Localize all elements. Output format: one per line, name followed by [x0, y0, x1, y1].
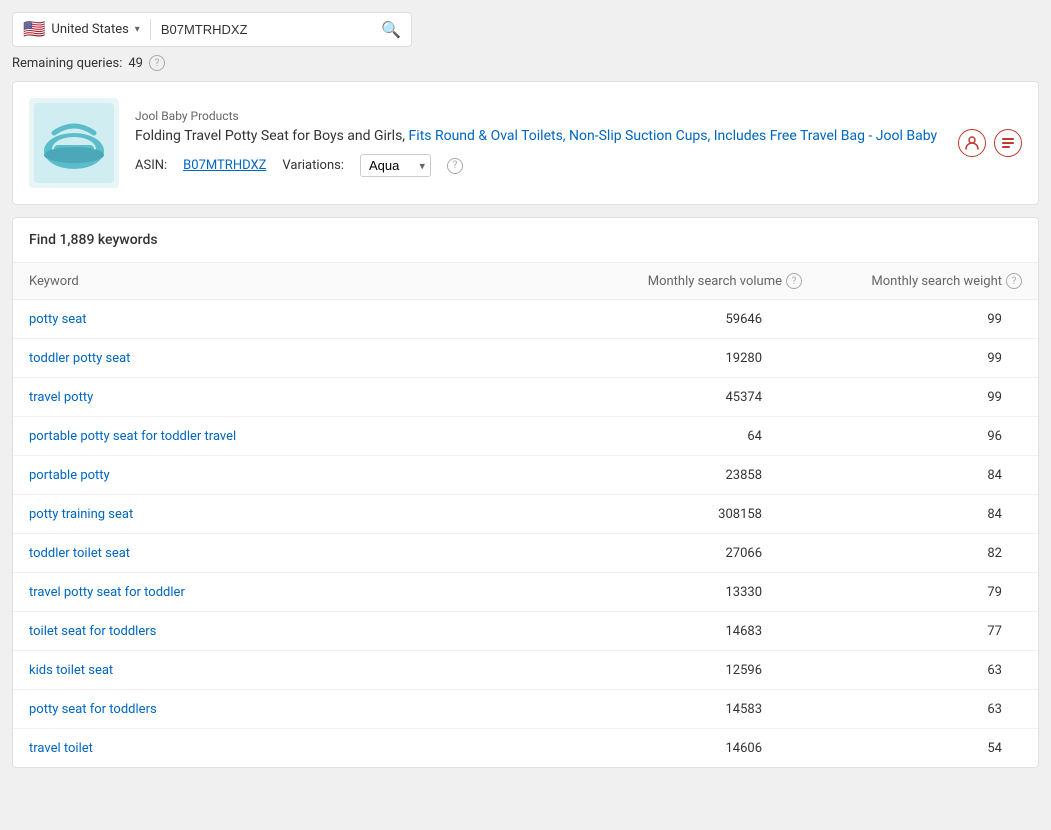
variation-select-wrapper[interactable]: Aqua Pink Blue Green: [360, 154, 431, 177]
volume-cell: 59646: [582, 312, 802, 327]
volume-cell: 14583: [582, 702, 802, 717]
table-row: toddler toilet seat 27066 82: [13, 534, 1038, 573]
keyword-cell: travel potty seat for toddler: [29, 584, 582, 600]
table-row: portable potty seat for toddler travel 6…: [13, 417, 1038, 456]
weight-cell: 54: [802, 741, 1022, 756]
variations-label: Variations:: [282, 158, 344, 173]
keyword-cell: toilet seat for toddlers: [29, 623, 582, 639]
product-title-prefix: Folding Travel Potty Seat for Boys and G…: [135, 128, 405, 144]
top-search-bar: 🇺🇸 United States ▾ 🔍: [12, 12, 412, 47]
volume-cell: 64: [582, 429, 802, 444]
product-info: Jool Baby Products Folding Travel Potty …: [135, 109, 942, 178]
variation-select[interactable]: Aqua Pink Blue Green: [360, 154, 431, 177]
remaining-queries-bar: Remaining queries: 49 ?: [12, 55, 1039, 71]
product-title-link[interactable]: Fits Round & Oval Toilets, Non-Slip Suct…: [409, 128, 938, 144]
asin-value-link[interactable]: B07MTRHDXZ: [183, 158, 266, 173]
weight-cell: 79: [802, 585, 1022, 600]
keyword-cell: toddler toilet seat: [29, 545, 582, 561]
product-image: [29, 98, 119, 188]
keyword-cell: toddler potty seat: [29, 350, 582, 366]
us-flag-icon: 🇺🇸: [23, 19, 45, 40]
keywords-header: Find 1,889 keywords: [13, 218, 1038, 263]
list-icon[interactable]: [994, 129, 1022, 157]
person-icon[interactable]: [958, 129, 986, 157]
table-row: potty training seat 308158 84: [13, 495, 1038, 534]
weight-cell: 63: [802, 663, 1022, 678]
table-row: travel potty 45374 99: [13, 378, 1038, 417]
volume-cell: 14606: [582, 741, 802, 756]
country-selector[interactable]: 🇺🇸 United States ▾: [23, 19, 151, 40]
keyword-column-header: Keyword: [29, 273, 582, 289]
remaining-queries-help-icon[interactable]: ?: [149, 55, 165, 71]
keywords-section: Find 1,889 keywords Keyword Monthly sear…: [12, 217, 1039, 768]
keyword-link[interactable]: travel toilet: [29, 741, 93, 756]
asin-label: ASIN:: [135, 158, 167, 173]
keyword-cell: potty seat: [29, 311, 582, 327]
monthly-search-volume-header: Monthly search volume ?: [582, 273, 802, 289]
weight-cell: 82: [802, 546, 1022, 561]
chevron-down-icon: ▾: [135, 24, 140, 35]
table-row: travel potty seat for toddler 13330 79: [13, 573, 1038, 612]
keyword-link[interactable]: kids toilet seat: [29, 663, 113, 678]
table-row: portable potty 23858 84: [13, 456, 1038, 495]
product-actions: [958, 129, 1022, 157]
weight-cell: 96: [802, 429, 1022, 444]
keyword-link[interactable]: potty training seat: [29, 507, 133, 522]
volume-cell: 23858: [582, 468, 802, 483]
volume-cell: 27066: [582, 546, 802, 561]
product-brand: Jool Baby Products: [135, 109, 942, 123]
keyword-cell: kids toilet seat: [29, 662, 582, 678]
monthly-search-weight-header: Monthly search weight ?: [802, 273, 1022, 289]
keyword-link[interactable]: potty seat: [29, 312, 87, 327]
keyword-link[interactable]: portable potty seat for toddler travel: [29, 429, 236, 444]
table-row: potty seat for toddlers 14583 63: [13, 690, 1038, 729]
weight-cell: 99: [802, 390, 1022, 405]
weight-cell: 99: [802, 351, 1022, 366]
keyword-link[interactable]: toddler toilet seat: [29, 546, 130, 561]
keyword-link[interactable]: toddler potty seat: [29, 351, 130, 366]
keyword-cell: travel toilet: [29, 740, 582, 756]
table-row: toilet seat for toddlers 14683 77: [13, 612, 1038, 651]
weight-cell: 84: [802, 468, 1022, 483]
asin-input[interactable]: [161, 22, 381, 37]
table-row: toddler potty seat 19280 99: [13, 339, 1038, 378]
volume-cell: 12596: [582, 663, 802, 678]
product-meta: ASIN: B07MTRHDXZ Variations: Aqua Pink B…: [135, 154, 942, 177]
weight-cell: 99: [802, 312, 1022, 327]
keyword-cell: portable potty: [29, 467, 582, 483]
keyword-link[interactable]: potty seat for toddlers: [29, 702, 157, 717]
weight-cell: 84: [802, 507, 1022, 522]
search-icon[interactable]: 🔍: [381, 20, 401, 39]
weight-help-icon[interactable]: ?: [1006, 273, 1022, 289]
volume-help-icon[interactable]: ?: [786, 273, 802, 289]
keyword-link[interactable]: toilet seat for toddlers: [29, 624, 156, 639]
product-card: Jool Baby Products Folding Travel Potty …: [12, 81, 1039, 205]
keyword-cell: portable potty seat for toddler travel: [29, 428, 582, 444]
product-title: Folding Travel Potty Seat for Boys and G…: [135, 127, 942, 147]
keyword-cell: travel potty: [29, 389, 582, 405]
remaining-queries-label: Remaining queries:: [12, 56, 122, 71]
keyword-link[interactable]: travel potty: [29, 390, 93, 405]
keyword-link[interactable]: travel potty seat for toddler: [29, 585, 185, 600]
weight-cell: 77: [802, 624, 1022, 639]
table-row: kids toilet seat 12596 63: [13, 651, 1038, 690]
table-header: Keyword Monthly search volume ? Monthly …: [13, 263, 1038, 300]
table-row: potty seat 59646 99: [13, 300, 1038, 339]
keyword-link[interactable]: portable potty: [29, 468, 110, 483]
weight-cell: 63: [802, 702, 1022, 717]
table-row: travel toilet 14606 54: [13, 729, 1038, 767]
remaining-queries-count: 49: [128, 56, 143, 71]
keyword-table-body: potty seat 59646 99 toddler potty seat 1…: [13, 300, 1038, 767]
volume-cell: 308158: [582, 507, 802, 522]
country-label: United States: [51, 22, 128, 37]
variation-help-icon[interactable]: ?: [447, 158, 463, 174]
volume-cell: 13330: [582, 585, 802, 600]
keyword-cell: potty training seat: [29, 506, 582, 522]
volume-cell: 19280: [582, 351, 802, 366]
volume-cell: 14683: [582, 624, 802, 639]
volume-cell: 45374: [582, 390, 802, 405]
keyword-cell: potty seat for toddlers: [29, 701, 582, 717]
